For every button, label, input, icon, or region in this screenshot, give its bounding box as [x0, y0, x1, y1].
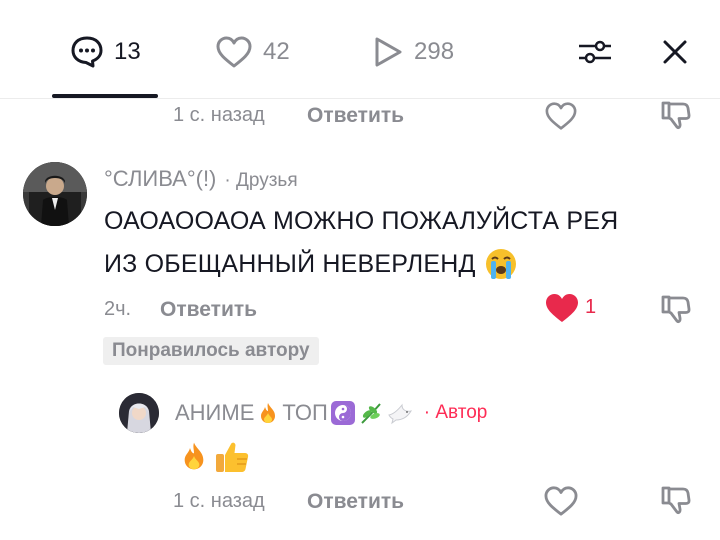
reply-button[interactable]: Ответить [307, 490, 404, 514]
close-icon [663, 40, 687, 64]
comments-header: 13 42 298 [0, 0, 720, 100]
fire-emoji-icon [184, 442, 204, 470]
thumbs-down-icon [661, 295, 691, 323]
comment-text-line2-row: ИЗ ОБЕЩАННЫЙ НЕВЕРЛЕНД [104, 244, 518, 284]
dislike-button[interactable] [658, 483, 694, 517]
dislike-button[interactable] [658, 98, 694, 132]
comment-header: °СЛИВА°(!) · Друзья [104, 166, 298, 192]
header-divider [0, 98, 720, 99]
comment-time: 1 с. назад [173, 104, 265, 126]
filter-button[interactable] [575, 34, 615, 70]
reply-button[interactable]: Ответить [307, 104, 404, 128]
reply-author-part1[interactable]: АНИМЕ [175, 400, 254, 426]
fire-emoji-icon [261, 403, 276, 423]
comment-time: 1 с. назад [173, 490, 265, 512]
heart-outline-icon [216, 36, 252, 68]
friend-label: · Друзья [224, 170, 298, 191]
heart-filled-icon [546, 294, 578, 322]
comment-bubble-icon [71, 36, 103, 68]
comment-time: 2ч. [104, 298, 132, 320]
comments-count: 13 [114, 38, 141, 65]
herb-emoji-icon [361, 403, 381, 424]
liked-by-author-badge: Понравилось автору [103, 337, 319, 365]
heart-outline-icon [544, 486, 578, 516]
thumbs-up-emoji-icon [216, 442, 249, 472]
reply-emoji-text [178, 440, 250, 474]
like-button[interactable] [541, 484, 581, 518]
avatar-photo-icon [23, 162, 87, 226]
dislike-button[interactable] [658, 292, 694, 326]
yin-yang-emoji-icon [330, 401, 355, 425]
close-button[interactable] [655, 34, 695, 70]
thumbs-down-icon [661, 101, 691, 129]
avatar[interactable] [119, 393, 159, 433]
comment-text-line1: ОАОАООАОА МОЖНО ПОЖАЛУЙСТА РЕЯ [104, 207, 619, 235]
like-count: 1 [585, 296, 597, 318]
reply-author-part2[interactable]: ТОП [282, 400, 327, 426]
likes-count: 42 [263, 38, 290, 65]
tab-likes[interactable]: 42 [215, 32, 290, 72]
tab-comments[interactable]: 13 [70, 32, 141, 72]
dove-emoji-icon [388, 403, 412, 425]
like-button[interactable] [540, 291, 584, 325]
comment-text-line2: ИЗ ОБЕЩАННЫЙ НЕВЕРЛЕНД [104, 250, 476, 278]
views-count: 298 [414, 38, 455, 65]
author-tag: · Автор [423, 402, 488, 423]
avatar-anime-icon [119, 393, 159, 433]
comment-author[interactable]: °СЛИВА°(!) [104, 166, 216, 192]
thumbs-down-icon [661, 486, 691, 514]
avatar[interactable] [23, 162, 87, 226]
sliders-icon [579, 40, 611, 64]
play-outline-icon [375, 37, 402, 67]
heart-outline-icon [545, 102, 577, 130]
comments-sheet: 13 42 298 1 с. назад Ответить °СЛИВА°(!)… [0, 0, 720, 540]
reply-header: АНИМЕ ТОП · Автор [175, 400, 487, 426]
crying-face-emoji-icon [485, 249, 516, 279]
reply-button[interactable]: Ответить [160, 298, 257, 322]
like-button[interactable] [541, 100, 581, 132]
tab-views[interactable]: 298 [372, 32, 454, 72]
